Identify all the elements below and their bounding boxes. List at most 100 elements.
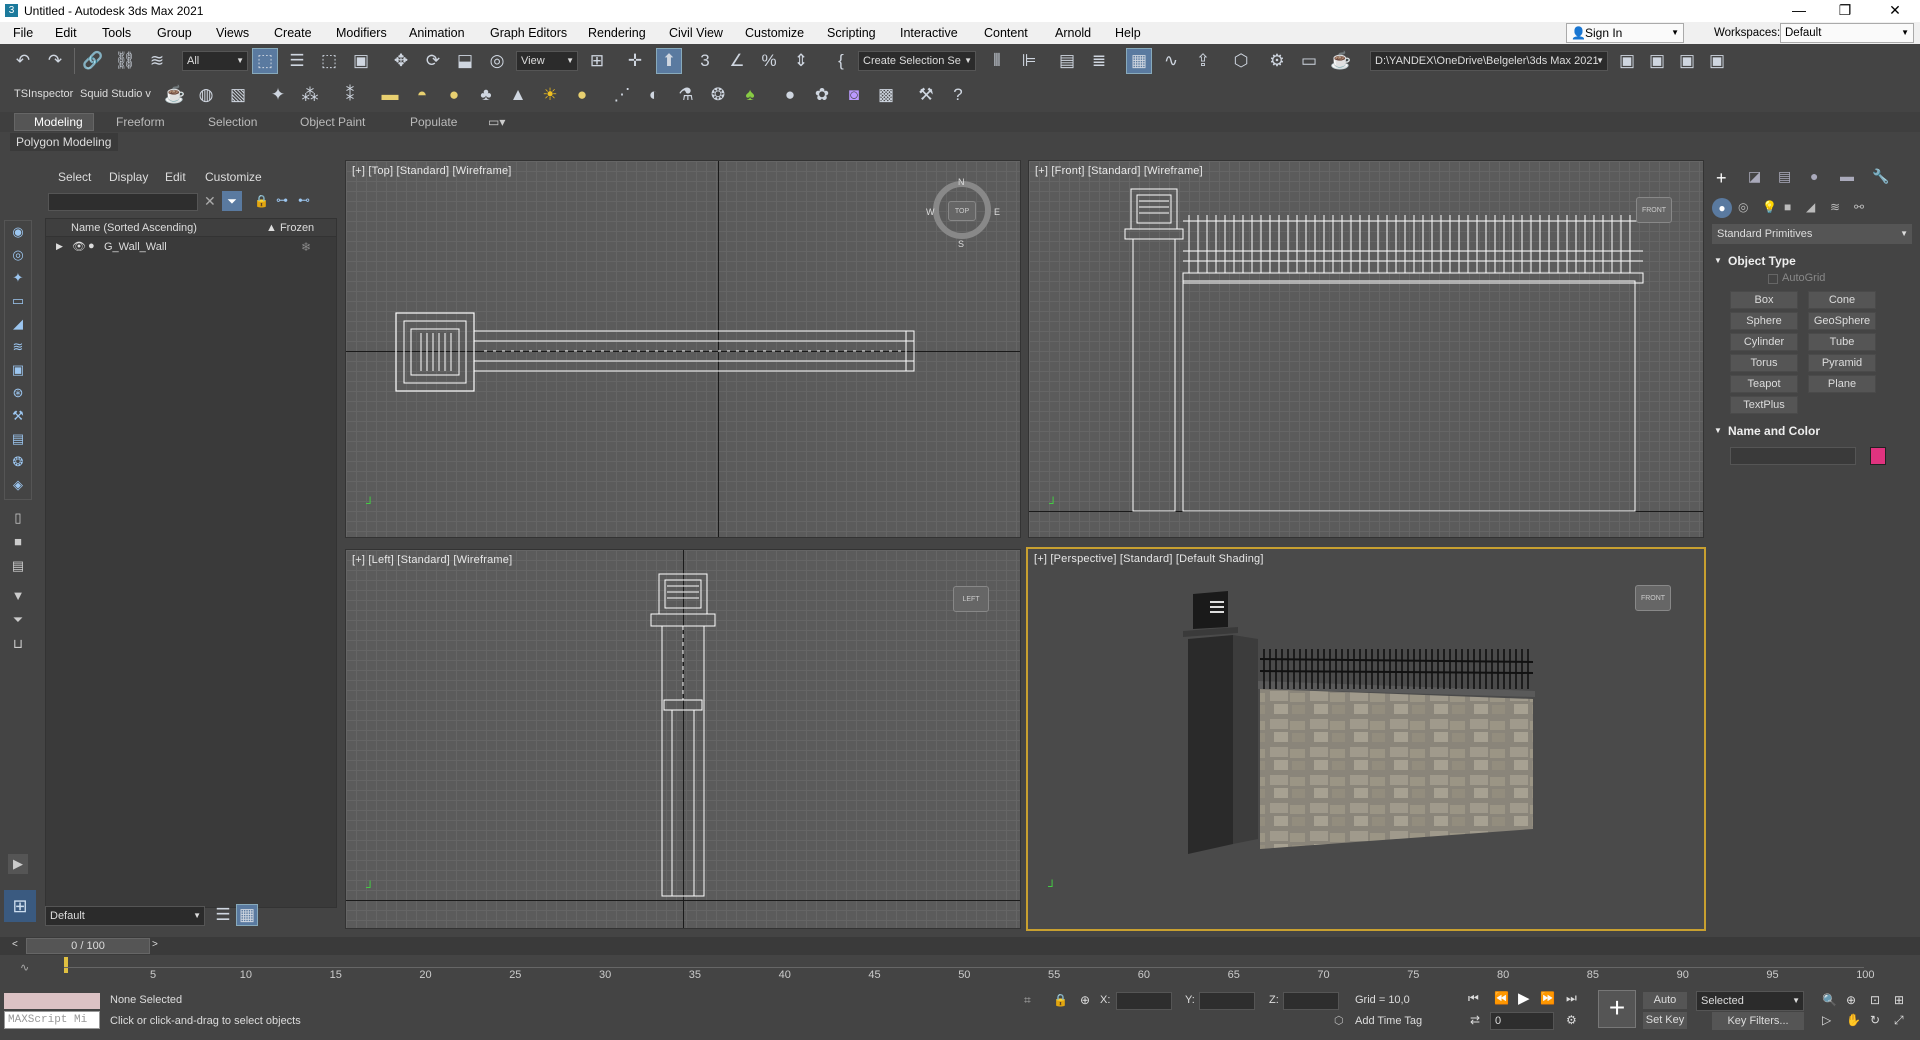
curve-editor-icon[interactable]: ∿	[1158, 48, 1184, 74]
explorer-tab-display[interactable]: Display	[109, 170, 148, 184]
play-expand-icon[interactable]: ▶	[8, 854, 28, 874]
maxscript-listener-pink[interactable]	[4, 993, 100, 1009]
render-production-icon[interactable]: ☕	[1328, 48, 1354, 74]
render-icon[interactable]: ◍	[193, 82, 219, 108]
schematic-view-icon[interactable]: ⇪	[1190, 48, 1216, 74]
render-setup-icon[interactable]: ⚙	[1264, 48, 1290, 74]
helpers-icon[interactable]: ◢	[8, 314, 28, 334]
key-selection-dropdown[interactable]: Selected ▼	[1696, 991, 1804, 1011]
systems-icon[interactable]: ⚯	[1854, 200, 1864, 214]
plane-light-icon[interactable]: ▬	[377, 82, 403, 108]
pyramid-button[interactable]: Pyramid	[1808, 354, 1876, 372]
zoom-extents-icon[interactable]: ⊡	[1870, 993, 1880, 1007]
cylinder-button[interactable]: Cylinder	[1730, 333, 1798, 351]
select-by-name-icon[interactable]: ☰	[284, 48, 310, 74]
menu-rendering[interactable]: Rendering	[588, 26, 646, 40]
viewport-top[interactable]: [+] [Top] [Standard] [Wireframe] N S E W…	[345, 160, 1021, 538]
view-cube[interactable]: TOP	[948, 201, 976, 221]
menu-arnold[interactable]: Arnold	[1055, 26, 1091, 40]
next-frame-icon[interactable]: ⏩	[1540, 991, 1555, 1005]
project-icon-4[interactable]: ▣	[1704, 48, 1730, 74]
col-name-header[interactable]: Name (Sorted Ascending)	[71, 222, 197, 234]
lights-icon[interactable]: ✦	[8, 268, 28, 288]
expand-triangle-icon[interactable]: ▶	[56, 241, 63, 252]
project-folder-icon[interactable]: ▣	[1614, 48, 1640, 74]
time-slider-thumb[interactable]: 0 / 100	[26, 938, 150, 954]
previous-frame-icon[interactable]: ⏪	[1494, 991, 1509, 1005]
teapot-button[interactable]: Teapot	[1730, 375, 1798, 393]
add-time-tag[interactable]: Add Time Tag	[1355, 1015, 1422, 1027]
frozen-icon[interactable]: ▯	[8, 508, 28, 528]
menu-file[interactable]: File	[13, 26, 33, 40]
y-coordinate-field[interactable]	[1199, 992, 1255, 1010]
xrefs-icon[interactable]: ⊛	[8, 383, 28, 403]
named-selection-dropdown[interactable]: Create Selection Se ▼	[858, 51, 976, 71]
explorer-tab-customize[interactable]: Customize	[205, 170, 262, 184]
plane-button[interactable]: Plane	[1808, 375, 1876, 393]
viewport-left[interactable]: [+] [Left] [Standard] [Wireframe] LEFT ⅃	[345, 549, 1021, 929]
layer-dropdown[interactable]: Default ▼	[45, 906, 205, 926]
redo-icon[interactable]: ↷	[42, 48, 68, 74]
shapes-icon[interactable]: ◎	[1738, 200, 1748, 214]
key-filters-button[interactable]: Key Filters...	[1712, 1012, 1804, 1030]
eye-icon[interactable]: 👁	[72, 240, 86, 253]
material-editor-icon[interactable]: ⬡	[1228, 48, 1254, 74]
object-color-swatch[interactable]	[1870, 447, 1886, 465]
menu-interactive[interactable]: Interactive	[900, 26, 958, 40]
mirror-icon[interactable]: ⫴	[984, 48, 1010, 74]
maximize-viewport-icon[interactable]: ⤢	[1894, 1013, 1904, 1028]
utilities-tab-icon[interactable]: 🔧	[1872, 168, 1889, 185]
isolate-selection-icon[interactable]: ⌗	[1024, 993, 1031, 1008]
current-frame-field[interactable]: 0	[1490, 1012, 1554, 1030]
snowflake-icon[interactable]: ❄	[301, 240, 311, 254]
zoom-extents-all-icon[interactable]: ⊞	[1894, 993, 1904, 1007]
selection-filter-dropdown[interactable]: All ▼	[182, 51, 248, 71]
reference-coord-dropdown[interactable]: View ▼	[516, 51, 578, 71]
particles-icon[interactable]: ❂	[8, 452, 28, 472]
display-tab-icon[interactable]: ▬	[1840, 168, 1854, 184]
image-icon[interactable]: ▧	[225, 82, 251, 108]
visibility-icon[interactable]: ◈	[8, 475, 28, 495]
pivot-center-icon[interactable]: ⊞	[584, 48, 610, 74]
select-manipulate-icon[interactable]: ✛	[622, 48, 648, 74]
menu-scripting[interactable]: Scripting	[827, 26, 876, 40]
rendered-frame-window-icon[interactable]: ▭	[1296, 48, 1322, 74]
restore-button[interactable]: ❐	[1822, 0, 1868, 22]
toggle-scene-explorer-icon[interactable]: ▤	[1054, 48, 1080, 74]
z-coordinate-field[interactable]	[1283, 992, 1339, 1010]
prev-frame-arrow-icon[interactable]: <	[12, 939, 18, 950]
time-slider[interactable]: < 0 / 100 >	[0, 937, 1920, 955]
menu-views[interactable]: Views	[216, 26, 249, 40]
menu-customize[interactable]: Customize	[745, 26, 804, 40]
render-region-icon[interactable]: ▩	[873, 82, 899, 108]
filter-dropdown-icon[interactable]: ▼	[8, 586, 28, 606]
menu-animation[interactable]: Animation	[409, 26, 465, 40]
textplus-button[interactable]: TextPlus	[1730, 396, 1798, 414]
project-path-dropdown[interactable]: D:\YANDEX\OneDrive\Belgeler\3ds Max 2021…	[1370, 51, 1608, 71]
clear-icon[interactable]: ✕	[204, 193, 216, 210]
ball-icon[interactable]: ●	[569, 82, 595, 108]
auto-key-button[interactable]: Auto Key	[1643, 992, 1687, 1023]
object-name[interactable]: G_Wall_Wall	[104, 241, 167, 253]
project-icon-2[interactable]: ▣	[1644, 48, 1670, 74]
keyboard-shortcut-override-icon[interactable]: ⬆	[656, 48, 682, 74]
unlink-icon[interactable]: ⛓	[112, 48, 138, 74]
tab-selection[interactable]: Selection	[208, 115, 257, 129]
box-button[interactable]: Box	[1730, 291, 1798, 309]
go-to-start-icon[interactable]: ⏮	[1468, 991, 1479, 1006]
rectangular-selection-icon[interactable]: ⬚	[316, 48, 342, 74]
align-icon[interactable]: ⊫	[1016, 48, 1042, 74]
tab-freeform[interactable]: Freeform	[116, 115, 165, 129]
menu-group[interactable]: Group	[157, 26, 192, 40]
sun-icon[interactable]: ☀	[537, 82, 563, 108]
filter-icon[interactable]: ⏷	[8, 610, 28, 630]
menu-edit[interactable]: Edit	[55, 26, 77, 40]
selection-lock-icon[interactable]: 🔒	[1053, 993, 1068, 1007]
material-ball-icon[interactable]: ◐	[641, 82, 667, 108]
menu-modifiers[interactable]: Modifiers	[336, 26, 387, 40]
spacewarps-icon[interactable]: ≋	[1830, 200, 1840, 214]
motion-tab-icon[interactable]: ●	[1810, 168, 1818, 184]
shapes-icon[interactable]: ◎	[8, 245, 28, 265]
plant-icon[interactable]: ♠	[737, 82, 763, 108]
select-object-icon[interactable]: ⬚	[252, 48, 278, 74]
